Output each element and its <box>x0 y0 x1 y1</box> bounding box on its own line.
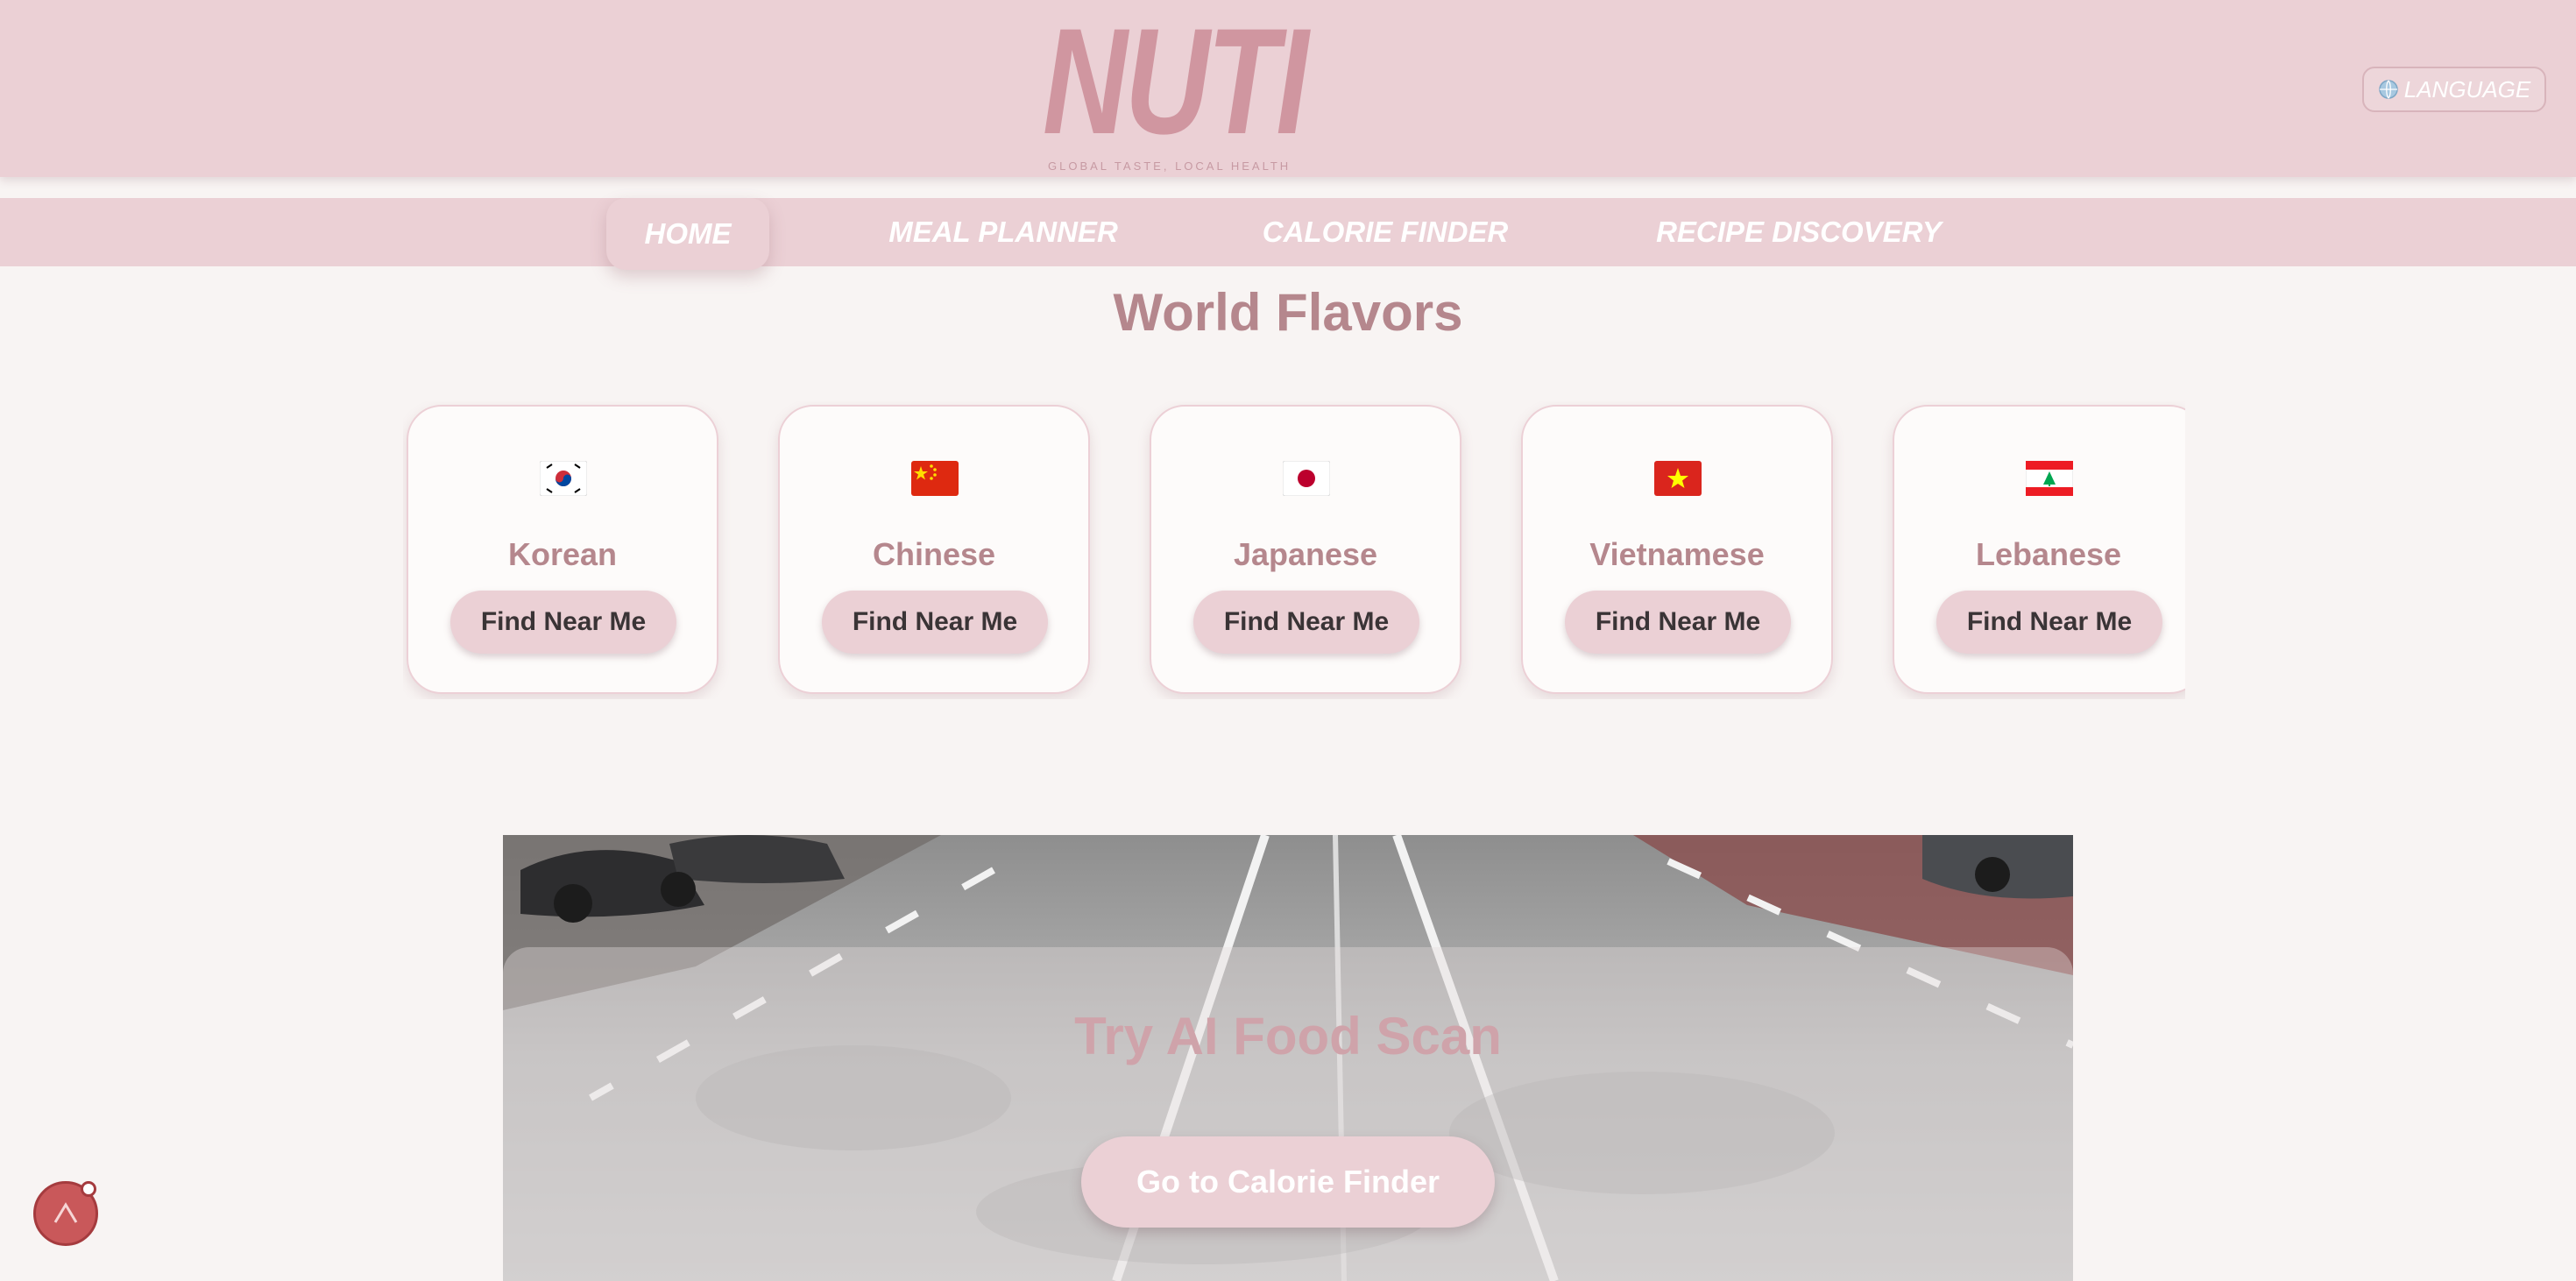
section-title: World Flavors <box>1113 283 1463 342</box>
nuti-logo[interactable]: NUTI <box>1043 6 1309 157</box>
cuisine-name: Lebanese <box>1975 536 2122 572</box>
cuisine-name: Japanese <box>1233 536 1378 572</box>
find-near-me-button[interactable]: Find Near Me <box>1936 591 2162 654</box>
cuisine-carousel[interactable]: Korean Find Near Me Chinese Find Near Me… <box>403 401 2185 699</box>
cuisine-card-korean[interactable]: Korean Find Near Me <box>407 405 718 694</box>
cuisine-name: Korean <box>507 536 618 572</box>
find-near-me-button[interactable]: Find Near Me <box>450 591 676 654</box>
cuisine-card-vietnamese[interactable]: Vietnamese Find Near Me <box>1521 405 1833 694</box>
language-button[interactable]: LANGUAGE <box>2362 67 2546 112</box>
banner-overlay-panel <box>503 947 2073 1281</box>
cuisine-name: Vietnamese <box>1589 536 1765 572</box>
china-flag-icon <box>911 461 959 496</box>
cuisine-card-japanese[interactable]: Japanese Find Near Me <box>1150 405 1461 694</box>
korea-flag-icon <box>540 461 587 496</box>
nav-item-meal-planner[interactable]: MEAL PLANNER <box>867 198 1139 266</box>
cuisine-card-chinese[interactable]: Chinese Find Near Me <box>778 405 1090 694</box>
find-near-me-button[interactable]: Find Near Me <box>1565 591 1791 654</box>
globe-icon <box>2379 80 2398 99</box>
nav-item-recipe-discovery[interactable]: RECIPE DISCOVERY <box>1647 198 1950 266</box>
cuisine-name: Chinese <box>872 536 996 572</box>
cuisine-card-lebanese[interactable]: Lebanese Find Near Me <box>1893 405 2185 694</box>
language-label: LANGUAGE <box>2403 75 2531 103</box>
go-to-calorie-finder-button[interactable]: Go to Calorie Finder <box>1081 1136 1495 1228</box>
japan-flag-icon <box>1283 461 1330 496</box>
devtools-status-dot <box>81 1181 96 1197</box>
nav-item-home[interactable]: HOME <box>606 198 769 270</box>
nav-item-calorie-finder[interactable]: CALORIE FINDER <box>1244 198 1526 266</box>
ai-scan-title: Try AI Food Scan <box>1074 1007 1502 1065</box>
logo-tagline: GLOBAL TASTE, LOCAL HEALTH <box>1048 159 1292 173</box>
find-near-me-button[interactable]: Find Near Me <box>1193 591 1419 654</box>
main-nav: HOME MEAL PLANNER CALORIE FINDER RECIPE … <box>0 198 2576 270</box>
find-near-me-button[interactable]: Find Near Me <box>822 591 1048 654</box>
vietnam-flag-icon <box>1654 461 1702 496</box>
lebanon-flag-icon <box>2026 461 2073 496</box>
